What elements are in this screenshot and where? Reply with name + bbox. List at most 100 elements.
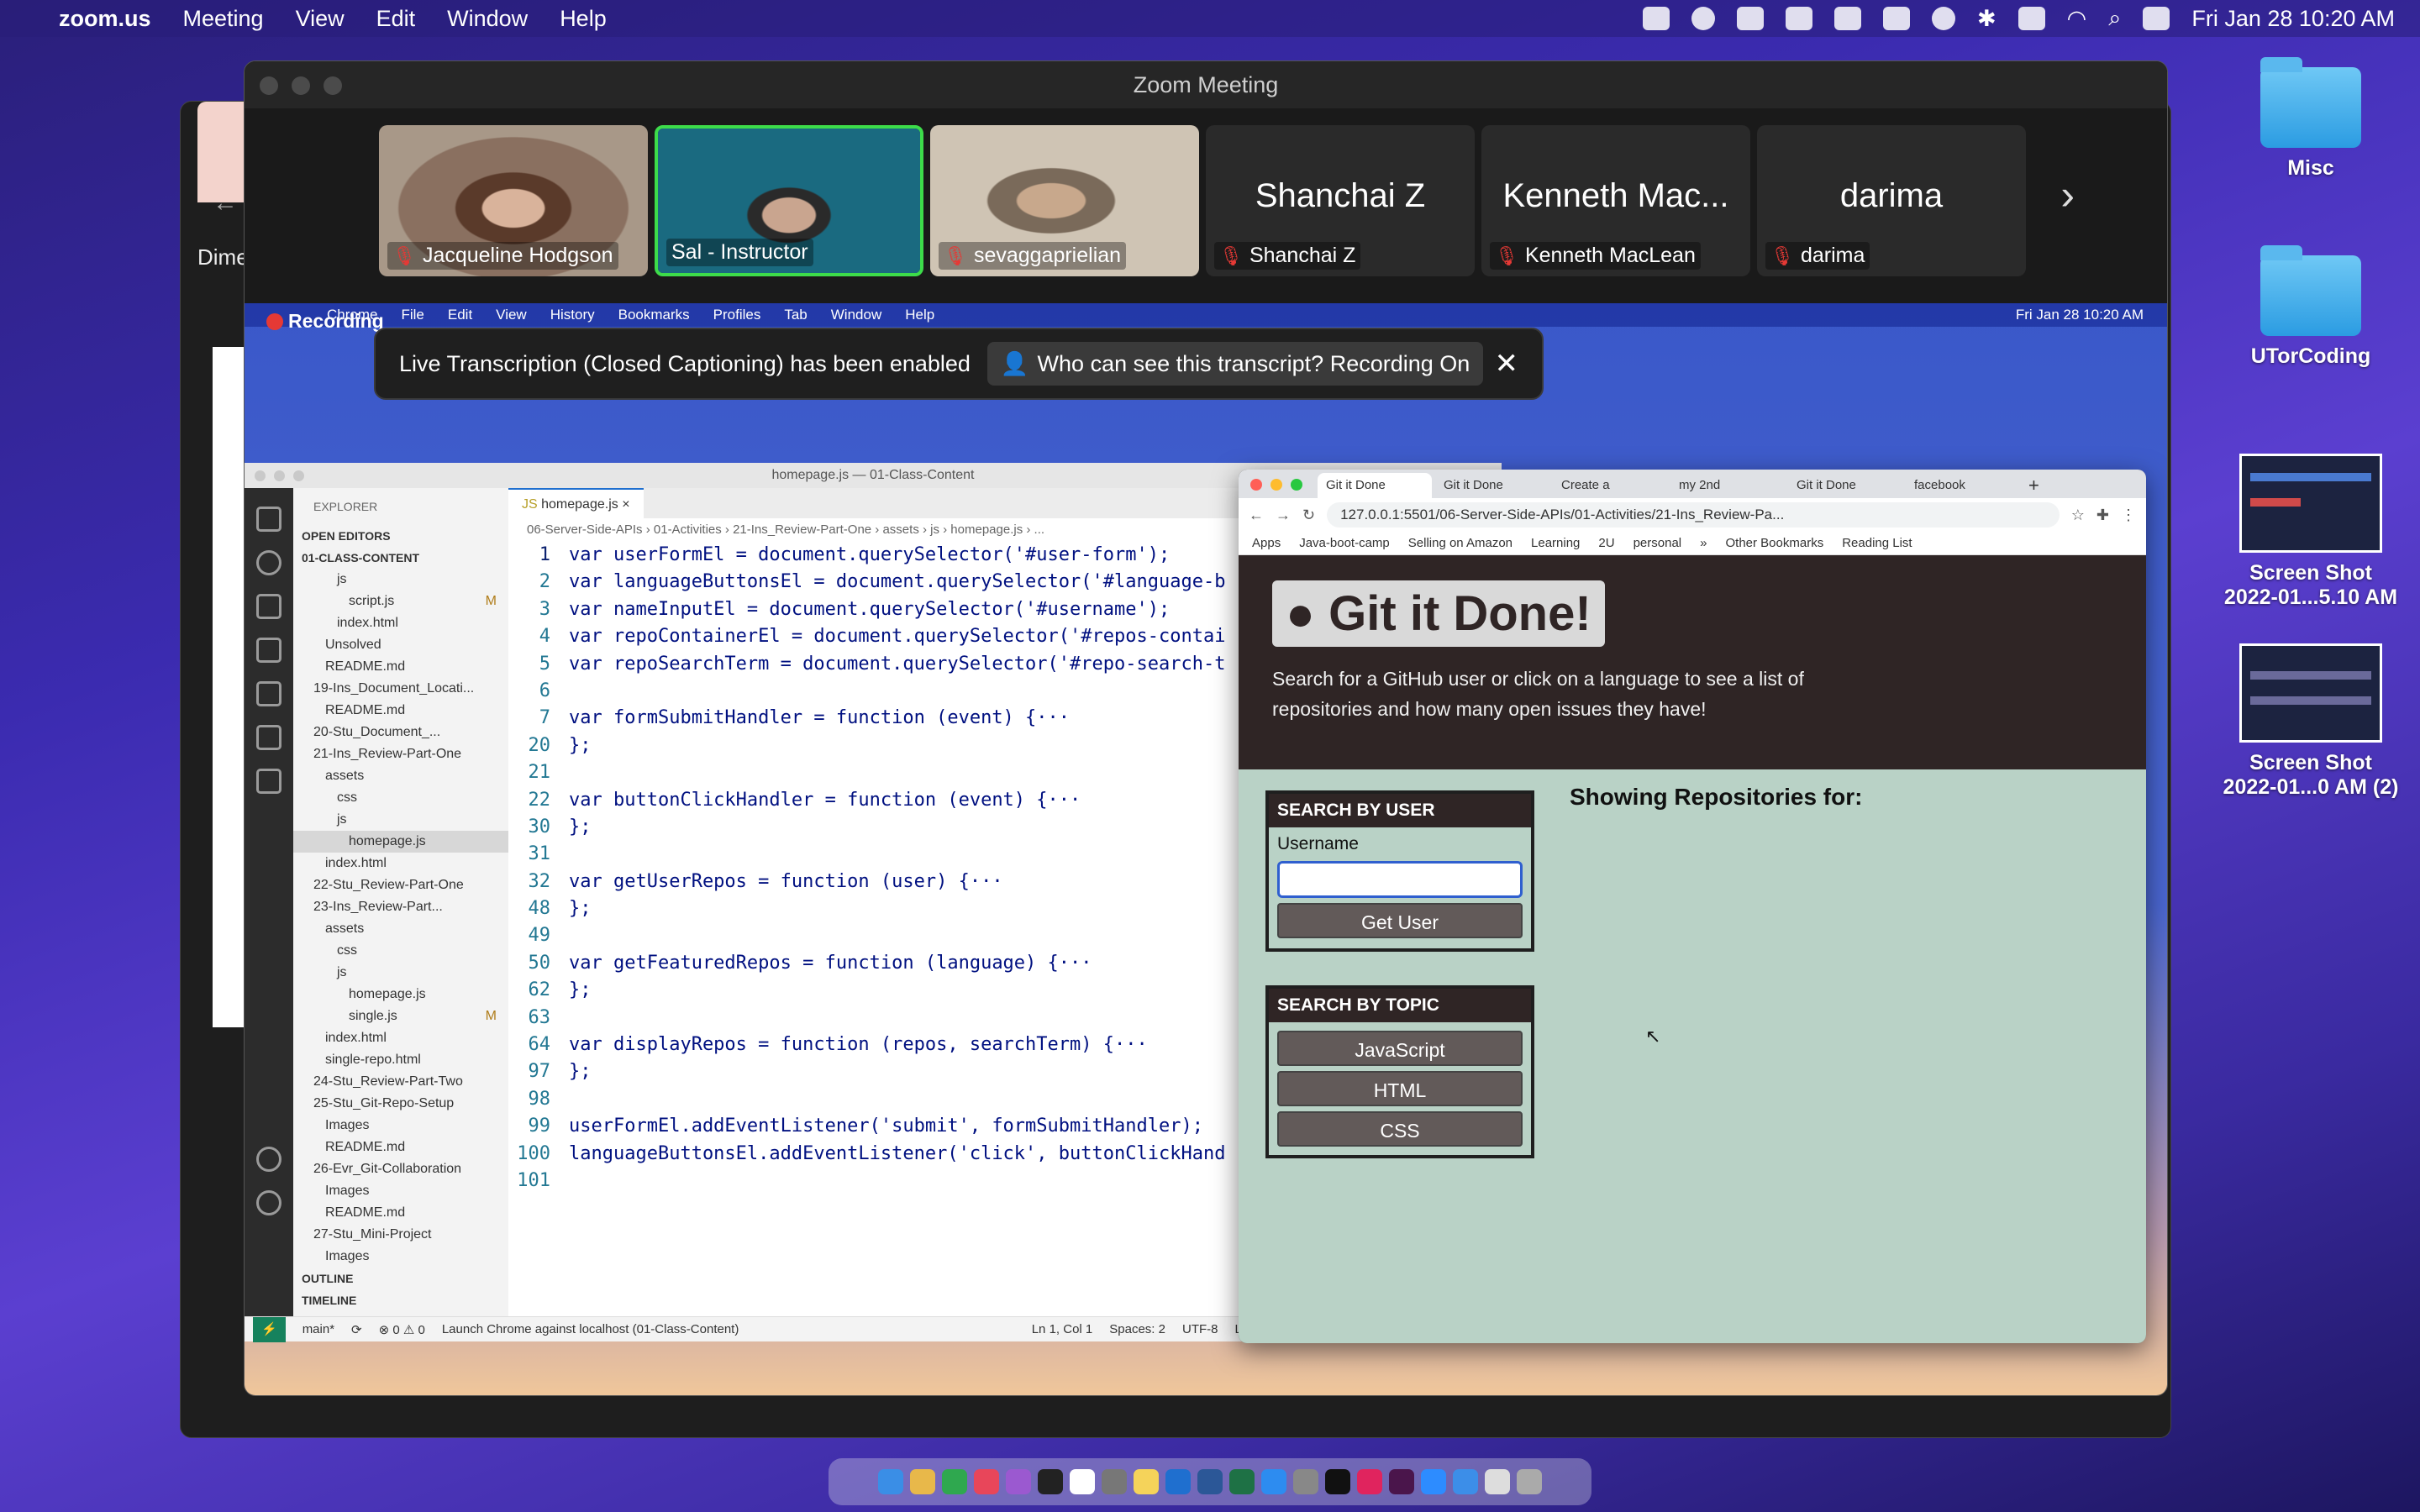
github-icon: ● bbox=[1286, 586, 1316, 641]
explorer-section: TIMELINE bbox=[302, 1294, 357, 1307]
extensions-icon bbox=[256, 725, 281, 750]
wifi-icon[interactable]: ◠ bbox=[2067, 6, 2087, 32]
app-store-icon[interactable] bbox=[1261, 1469, 1286, 1494]
participant-tile[interactable]: Shanchai Z 🎙 Shanchai Z bbox=[1206, 125, 1475, 276]
menu-edit[interactable]: Edit bbox=[376, 6, 416, 32]
zoom-status-icon[interactable] bbox=[1643, 7, 1670, 30]
search-icon[interactable]: ⌕ bbox=[2108, 5, 2121, 32]
news-icon[interactable] bbox=[1357, 1469, 1382, 1494]
browser-tab: Create a bbox=[1561, 478, 1610, 492]
tree-item: README.md bbox=[325, 1205, 406, 1220]
extension-icon[interactable] bbox=[1786, 7, 1813, 30]
browser-tab: facebook bbox=[1914, 478, 1965, 492]
terminal-icon[interactable] bbox=[1325, 1469, 1350, 1494]
zoom-window[interactable]: Zoom Meeting 🎙 Jacqueline Hodgson Sal - I… bbox=[244, 60, 2168, 1396]
contacts-icon[interactable] bbox=[1102, 1469, 1127, 1494]
downloads-icon[interactable] bbox=[1485, 1469, 1510, 1494]
explorer-section: OUTLINE bbox=[302, 1272, 354, 1285]
bookmark-star-icon: ☆ bbox=[2070, 506, 2085, 523]
line-number: 101 bbox=[517, 1169, 550, 1191]
participant-display-name: Shanchai Z bbox=[1255, 177, 1426, 214]
bookmark-item: Other Bookmarks bbox=[1725, 536, 1824, 550]
photos-icon[interactable] bbox=[910, 1469, 935, 1494]
recording-indicator[interactable]: Recording bbox=[266, 310, 384, 333]
control-center-icon[interactable] bbox=[2143, 7, 2170, 30]
code-text: var repoContainerEl = document.querySele… bbox=[569, 626, 1226, 648]
line-number: 5 bbox=[539, 653, 550, 675]
zoom-window-button[interactable] bbox=[324, 76, 342, 95]
bookmark-item: Apps bbox=[1252, 536, 1281, 550]
menu-window[interactable]: Window bbox=[447, 6, 528, 32]
tree-item: 19-Ins_Document_Locati... bbox=[313, 681, 475, 696]
close-banner-icon[interactable]: ✕ bbox=[1495, 347, 1519, 381]
zoom-icon[interactable] bbox=[1421, 1469, 1446, 1494]
system-preferences-icon[interactable] bbox=[1293, 1469, 1318, 1494]
card-title: SEARCH BY USER bbox=[1269, 794, 1531, 827]
vpn-icon[interactable] bbox=[1691, 7, 1716, 30]
banner-text: Live Transcription (Closed Captioning) h… bbox=[399, 350, 971, 376]
clipboard-icon[interactable] bbox=[1883, 7, 1911, 30]
menu-app-name[interactable]: zoom.us bbox=[59, 6, 151, 32]
tree-item: Images bbox=[325, 1249, 370, 1263]
git-branch: main* bbox=[302, 1322, 335, 1336]
line-number: 63 bbox=[528, 1006, 551, 1028]
close-window-button[interactable] bbox=[260, 76, 278, 95]
code-text: userFormEl.addEventListener('submit', fo… bbox=[569, 1116, 1203, 1137]
explorer-header: EXPLORER bbox=[313, 500, 378, 513]
tv-icon[interactable] bbox=[1038, 1469, 1063, 1494]
desktop-screenshot-1[interactable]: Screen Shot 2022-01...5.10 AM bbox=[2214, 454, 2407, 610]
desktop-folder-misc[interactable]: Misc bbox=[2227, 57, 2395, 181]
mic-muted-icon: 🎙 bbox=[1219, 244, 1243, 266]
code-text: var buttonClickHandler = function (event… bbox=[569, 789, 1081, 811]
participant-tile[interactable]: darima 🎙 darima bbox=[1757, 125, 2026, 276]
file-tree: OPEN EDITORS 01-CLASS-CONTENT js script.js M… bbox=[293, 525, 508, 1311]
next-participants-chevron-icon[interactable]: › bbox=[2060, 171, 2075, 219]
code-text: var displayRepos = function (repos, sear… bbox=[569, 1034, 1148, 1056]
code-text: var languageButtonsEl = document.querySe… bbox=[569, 571, 1226, 593]
excel-icon[interactable] bbox=[1229, 1469, 1255, 1494]
security-icon[interactable] bbox=[1834, 7, 1862, 30]
browser-tab: Git it Done bbox=[1444, 478, 1503, 492]
transcript-visibility-button[interactable]: 👤 Who can see this transcript? Recording… bbox=[986, 342, 1484, 386]
participant-tile[interactable]: 🎙 Jacqueline Hodgson bbox=[379, 125, 648, 276]
participant-tile[interactable]: Kenneth Mac... 🎙 Kenneth MacLean bbox=[1481, 125, 1750, 276]
menu-meeting[interactable]: Meeting bbox=[183, 6, 264, 32]
calendar-icon[interactable] bbox=[1070, 1469, 1095, 1494]
tree-item: assets bbox=[325, 769, 365, 783]
finder-icon[interactable] bbox=[878, 1469, 903, 1494]
card-title: SEARCH BY TOPIC bbox=[1269, 989, 1531, 1022]
trash-icon[interactable] bbox=[1517, 1469, 1542, 1494]
activity-bar bbox=[245, 488, 293, 1316]
tree-item: index.html bbox=[325, 856, 387, 870]
page-description: Search for a GitHub user or click on a l… bbox=[1272, 668, 1804, 720]
menu-help[interactable]: Help bbox=[560, 6, 607, 32]
participant-tile-active[interactable]: Sal - Instructor bbox=[655, 125, 923, 276]
bluetooth-icon[interactable]: ✱ bbox=[1977, 6, 1996, 32]
battery-icon[interactable] bbox=[2018, 7, 2045, 30]
vscode-icon[interactable] bbox=[1453, 1469, 1478, 1494]
shared-clock: Fri Jan 28 10:20 AM bbox=[2015, 307, 2144, 323]
status-dot-icon[interactable] bbox=[1932, 7, 1956, 30]
word-icon[interactable] bbox=[1197, 1469, 1223, 1494]
keynote-icon[interactable] bbox=[1165, 1469, 1191, 1494]
desktop-screenshot-2[interactable]: Screen Shot 2022-01...0 AM (2) bbox=[2214, 643, 2407, 800]
chrome-icon[interactable] bbox=[942, 1469, 967, 1494]
menu-view[interactable]: View bbox=[296, 6, 345, 32]
podcasts-icon[interactable] bbox=[1006, 1469, 1031, 1494]
music-icon[interactable] bbox=[974, 1469, 999, 1494]
slack-icon[interactable] bbox=[1389, 1469, 1414, 1494]
desktop-folder-utorcoding[interactable]: UTorCoding bbox=[2227, 245, 2395, 369]
participant-label: 🎙 Kenneth MacLean bbox=[1490, 242, 1701, 270]
bookmark-item: Reading List bbox=[1842, 536, 1912, 550]
minimize-window-button[interactable] bbox=[292, 76, 310, 95]
notes-icon[interactable] bbox=[1134, 1469, 1159, 1494]
back-arrow-icon[interactable]: ← bbox=[213, 189, 238, 218]
tree-item: index.html bbox=[325, 1031, 387, 1045]
participant-tile[interactable]: 🎙 sevaggaprielian bbox=[930, 125, 1199, 276]
menubar-clock[interactable]: Fri Jan 28 10:20 AM bbox=[2191, 6, 2395, 32]
bookmark-item: Java-boot-camp bbox=[1299, 536, 1390, 550]
tree-item: js bbox=[337, 572, 347, 586]
line-number: 48 bbox=[528, 898, 551, 920]
shield-icon[interactable] bbox=[1737, 7, 1765, 30]
person-icon: 👤 bbox=[1000, 351, 1029, 376]
